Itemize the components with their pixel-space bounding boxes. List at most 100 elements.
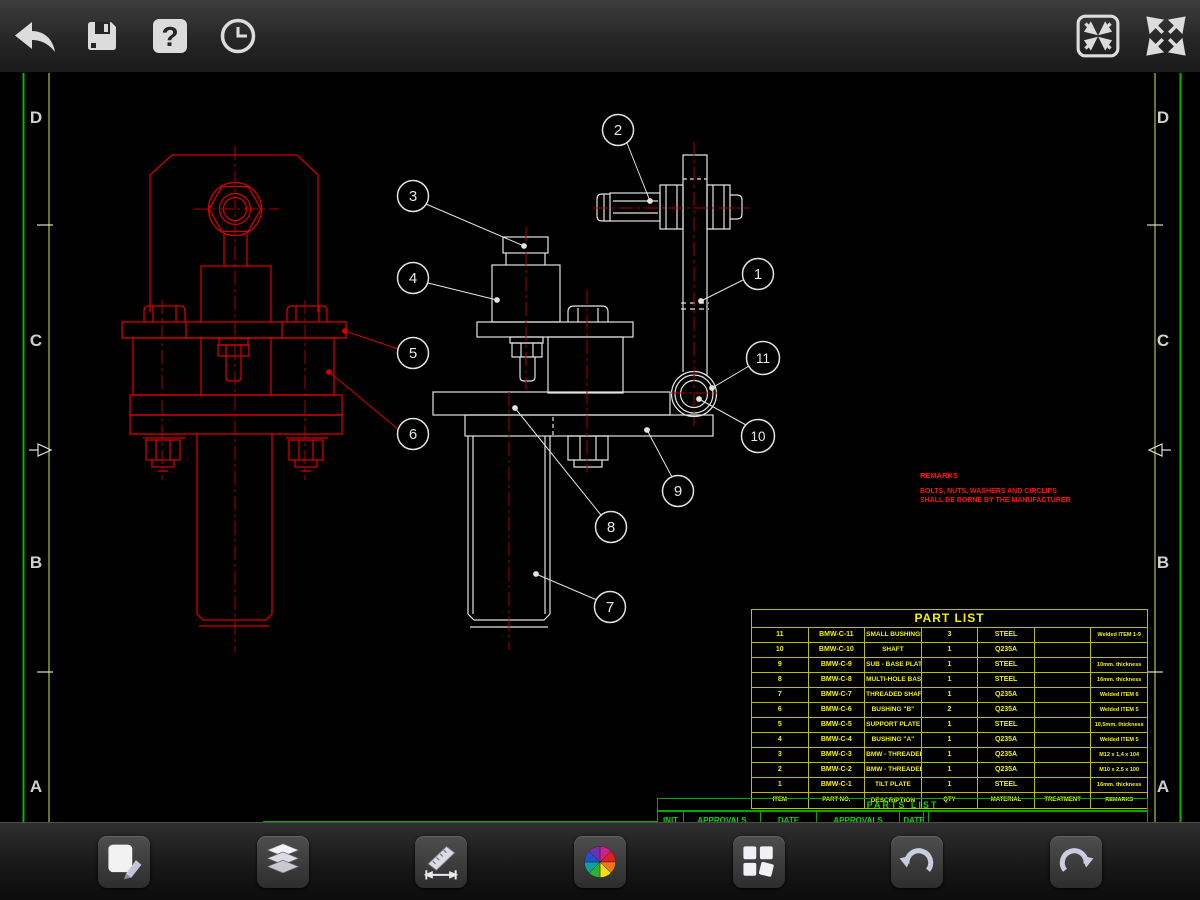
approvals-col-init: INIT	[657, 811, 684, 822]
measure-icon	[424, 845, 459, 879]
gstarcad-mc-app: { "app": {"name": "GstarCAD MC drawing v…	[0, 0, 1200, 900]
balloon-8: 8	[594, 510, 628, 544]
layers-button[interactable]	[256, 835, 309, 888]
drawing-canvas[interactable]: D C B A D C B A 1 2 3 4 5 6 7 8 9 10 11 …	[0, 72, 1200, 822]
zone-label-right-a: A	[1157, 777, 1169, 796]
back-button[interactable]	[6, 8, 62, 64]
part-list-cell: BMW-C-1	[807, 777, 866, 793]
undo-button[interactable]	[891, 835, 944, 888]
history-button[interactable]	[210, 8, 266, 64]
balloon-4: 4	[396, 261, 430, 295]
part-list-cell: 1	[920, 777, 979, 793]
viewports-button[interactable]	[732, 835, 785, 888]
svg-text:4: 4	[409, 270, 417, 287]
part-list-cell: Welded ITEM 6	[1090, 687, 1148, 703]
part-list-cell: SUB - BASE PLATE	[864, 657, 922, 673]
part-list-cell: BMW-C-4	[807, 732, 866, 748]
part-list-cell: SUPPORT PLATE	[864, 717, 922, 733]
undo-icon	[899, 847, 934, 872]
part-list-cell: STEEL	[977, 717, 1035, 733]
part-list-cell: Welded ITEM 5	[1090, 702, 1148, 718]
remarks-note: REMARKS BOLTS, NUTS, WASHERS AND CIRCLIP…	[920, 471, 1071, 505]
part-list-cell: 11	[751, 627, 809, 643]
part-list-table: PART LIST 11 BMW-C-11 SMALL BUSHINGS 3 STEEL…	[751, 609, 1148, 809]
part-list-cell: BUSHING "A"	[864, 732, 922, 748]
zone-label-left-d: D	[30, 108, 42, 127]
bottom-toolbar	[0, 822, 1200, 900]
part-list-cell	[1033, 702, 1092, 718]
part-list-title: PART LIST	[751, 609, 1148, 628]
part-list-row: 6 BMW-C-6 BUSHING "B" 2 Q235A Welded ITEM 5	[751, 702, 1148, 718]
part-list-cell	[1033, 642, 1092, 658]
redo-icon	[1059, 847, 1094, 872]
help-button[interactable]: ?	[142, 8, 198, 64]
part-list-cell: STEEL	[977, 657, 1035, 673]
svg-text:9: 9	[674, 483, 682, 500]
part-list-row: 7 BMW-C-7 THREADED SHAFT 1 Q235A Welded ITEM …	[751, 687, 1148, 703]
part-list-cell: 10,5mm. thickness	[1090, 717, 1148, 733]
part-list-cell: MULTI-HOLE BASE PLATE	[864, 672, 922, 688]
part-list-cell: STEEL	[977, 672, 1035, 688]
part-list-cell	[1033, 762, 1092, 778]
zone-label-right-d: D	[1157, 108, 1169, 127]
balloon-leaders	[326, 142, 750, 601]
save-icon	[88, 22, 116, 50]
company-name: GSTARCAD MC	[923, 811, 1148, 822]
save-button[interactable]	[74, 8, 130, 64]
svg-text:8: 8	[607, 519, 615, 536]
annotate-button[interactable]	[98, 835, 151, 888]
part-list-cell: BMW-C-5	[807, 717, 866, 733]
front-view-centerlines	[161, 146, 306, 652]
part-list-cell: BMW - THREADED PIN "B"	[864, 747, 922, 763]
color-button[interactable]	[573, 835, 626, 888]
part-list-cell: M10 x 2,5 x 100	[1090, 762, 1148, 778]
part-list-cell: BMW - THREADED PIN "A"	[864, 762, 922, 778]
part-list-cell: BMW-C-2	[807, 762, 866, 778]
part-list-cell: Welded ITEM 1-9	[1090, 627, 1148, 643]
part-list-cell	[1033, 777, 1092, 793]
part-list-cell: 10	[751, 642, 809, 658]
part-list-cell: 8	[751, 672, 809, 688]
part-list-cell: 1	[920, 657, 979, 673]
part-list-cell: 1	[920, 642, 979, 658]
remarks-line-1: BOLTS, NUTS, WASHERS AND CIRCLIPS	[920, 488, 1057, 495]
balloon-2: 2	[601, 113, 635, 147]
part-list-cell: Q235A	[977, 747, 1035, 763]
part-list-cell: 2	[751, 762, 809, 778]
approvals-col-approvals-2: APPROVALS	[816, 811, 900, 822]
part-list-cell: Q235A	[977, 702, 1035, 718]
balloon-6: 6	[396, 417, 430, 451]
svg-text:5: 5	[409, 345, 417, 362]
history-icon	[220, 18, 256, 54]
part-list-row: 11 BMW-C-11 SMALL BUSHINGS 3 STEEL Welded ITE…	[751, 627, 1148, 643]
measure-button[interactable]	[415, 835, 468, 888]
fit-view-icon	[1076, 14, 1120, 58]
approvals-table: INIT APPROVALS DATE APPROVALS DATE	[657, 811, 929, 822]
part-list-cell: SMALL BUSHINGS	[864, 627, 922, 643]
part-list-cell: SHAFT	[864, 642, 922, 658]
back-icon	[15, 22, 55, 52]
part-list-cell: 6	[751, 702, 809, 718]
redo-button[interactable]	[1049, 835, 1102, 888]
balloon-11: 11	[745, 340, 781, 376]
part-list-row: 4 BMW-C-4 BUSHING "A" 1 Q235A Welded ITEM 5	[751, 732, 1148, 748]
fullscreen-button[interactable]	[1138, 8, 1194, 64]
part-list-cell: 7	[751, 687, 809, 703]
part-list-cell: BMW-C-10	[807, 642, 866, 658]
svg-text:1: 1	[754, 266, 762, 283]
part-list-cell: BUSHING "B"	[864, 702, 922, 718]
part-list-cell: Q235A	[977, 642, 1035, 658]
part-list-cell: 5	[751, 717, 809, 733]
fit-view-button[interactable]	[1070, 8, 1126, 64]
part-list-cell: 16mm. thickness	[1090, 672, 1148, 688]
remarks-line-2: SHALL BE BORNE BY THE MANUFACTURER	[920, 497, 1071, 504]
part-list-cell: Q235A	[977, 762, 1035, 778]
part-list-cell	[1033, 687, 1092, 703]
balloon-5: 5	[396, 336, 430, 370]
part-list-cell: BMW-C-11	[807, 627, 866, 643]
balloons: 1 2 3 4 5 6 7 8 9 10 11	[396, 113, 781, 624]
layers-icon	[266, 842, 300, 873]
help-icon: ?	[153, 19, 187, 53]
part-list-cell: 1	[751, 777, 809, 793]
part-list-cell: BMW-C-3	[807, 747, 866, 763]
